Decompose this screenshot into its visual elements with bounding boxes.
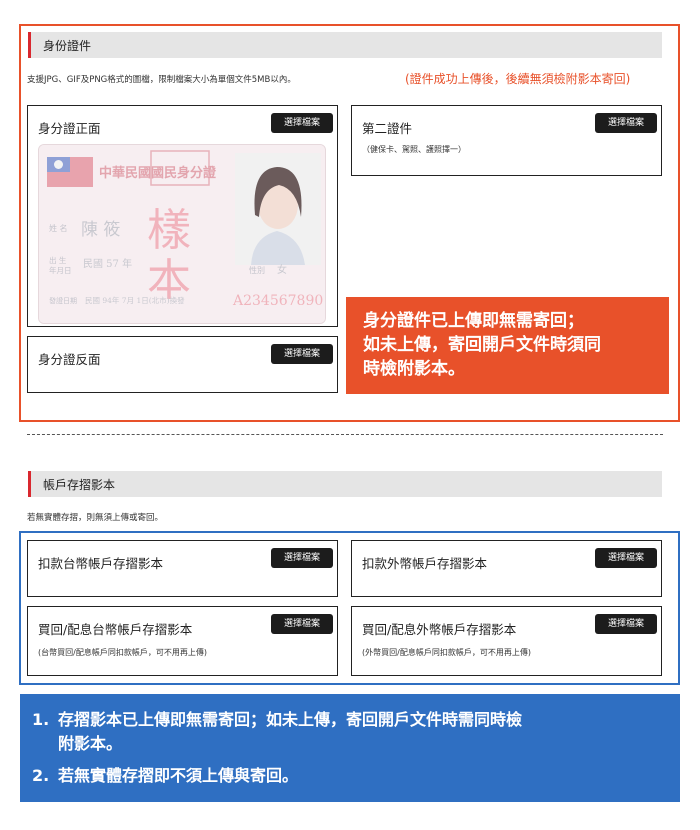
second-id-card: 第二證件 （健保卡、駕照、護照擇一） 選擇檔案 bbox=[351, 105, 662, 176]
redeem-fx-title: 買回/配息外幣帳戶存摺影本 bbox=[362, 622, 517, 637]
id-back-choose-file-button[interactable]: 選擇檔案 bbox=[271, 344, 333, 364]
notice-item-2-number: 2. bbox=[32, 766, 50, 785]
redeem-twd-subtitle: (台幣買回/配息帳戶同扣款帳戶，可不用再上傳) bbox=[38, 648, 207, 657]
issue-label-text: 發證日期 bbox=[49, 296, 77, 305]
redeem-twd-passbook-card: 買回/配息台幣帳戶存摺影本 (台幣買回/配息帳戶同扣款帳戶，可不用再上傳) 選擇… bbox=[27, 606, 338, 676]
passbook-upload-notice: 1. 存摺影本已上傳即無需寄回；如未上傳，寄回開戶文件時需同時檢 附影本。 2.… bbox=[20, 694, 680, 802]
id-section-title: 身份證件 bbox=[43, 39, 92, 53]
name-label-text: 姓 名 bbox=[49, 223, 68, 233]
account-note: 若無實體存摺，則無須上傳或寄回。 bbox=[27, 513, 164, 523]
id-upload-note: (證件成功上傳後，後續無須檢附影本寄回) bbox=[405, 72, 631, 86]
second-id-subtitle: （健保卡、駕照、護照擇一） bbox=[362, 145, 466, 154]
id-notice-line-1: 身分證件已上傳即無需寄回； bbox=[363, 311, 584, 331]
id-section-header: 身份證件 bbox=[28, 32, 662, 58]
id-upload-notice: 身分證件已上傳即無需寄回； 如未上傳，寄回開戶文件時須同 時檢附影本。 bbox=[346, 297, 669, 394]
redeem-fx-subtitle: (外幣買回/配息帳戶同扣款帳戶，可不用再上傳) bbox=[362, 648, 531, 657]
redeem-fx-passbook-card: 買回/配息外幣帳戶存摺影本 (外幣買回/配息帳戶同扣款帳戶，可不用再上傳) 選擇… bbox=[351, 606, 662, 676]
second-id-choose-file-button[interactable]: 選擇檔案 bbox=[595, 113, 657, 133]
debit-twd-title: 扣款台幣帳戶存摺影本 bbox=[38, 556, 164, 571]
notice-item-1-number: 1. bbox=[32, 710, 50, 729]
id-front-choose-file-button[interactable]: 選擇檔案 bbox=[271, 113, 333, 133]
birth-label-text: 出 生 bbox=[49, 255, 67, 265]
issue-value-text: 民國 94年 7月 1日(北市)換發 bbox=[85, 295, 185, 305]
id-card-header-text: 中華民國國民身分證 bbox=[99, 165, 217, 181]
id-back-title: 身分證反面 bbox=[38, 352, 101, 367]
id-card-sample-image: 樣 本 中華民國國民身分證 姓 名 陳 筱 出 生 年月日 民國 57 年 性別… bbox=[38, 144, 326, 324]
header-accent-bar bbox=[28, 471, 31, 497]
debit-fx-choose-file-button[interactable]: 選擇檔案 bbox=[595, 548, 657, 568]
redeem-twd-choose-file-button[interactable]: 選擇檔案 bbox=[271, 614, 333, 634]
debit-fx-passbook-card: 扣款外幣帳戶存摺影本 選擇檔案 bbox=[351, 540, 662, 597]
id-back-card: 身分證反面 選擇檔案 bbox=[27, 336, 338, 393]
account-section-header: 帳戶存摺影本 bbox=[28, 471, 662, 497]
name-value-text: 陳 筱 bbox=[81, 220, 120, 240]
redeem-fx-choose-file-button[interactable]: 選擇檔案 bbox=[595, 614, 657, 634]
id-format-note: 支援JPG、GIF及PNG格式的圖檔，限制檔案大小為單個文件5MB以內。 bbox=[27, 75, 296, 85]
id-card-illustration: 樣 本 中華民國國民身分證 姓 名 陳 筱 出 生 年月日 民國 57 年 性別… bbox=[39, 145, 325, 323]
debit-twd-choose-file-button[interactable]: 選擇檔案 bbox=[271, 548, 333, 568]
birth-label-text-2: 年月日 bbox=[49, 265, 72, 275]
debit-fx-title: 扣款外幣帳戶存摺影本 bbox=[362, 556, 488, 571]
id-notice-line-2: 如未上傳，寄回開戶文件時須同 bbox=[363, 335, 601, 355]
watermark-text-1: 樣 bbox=[147, 205, 191, 256]
gender-label-text: 性別 bbox=[249, 265, 265, 275]
birth-value-text: 民國 57 年 bbox=[83, 257, 132, 270]
notice-item-1-line-1: 存摺影本已上傳即無需寄回；如未上傳，寄回開戶文件時需同時檢 bbox=[58, 710, 523, 729]
header-accent-bar bbox=[28, 32, 31, 58]
debit-twd-passbook-card: 扣款台幣帳戶存摺影本 選擇檔案 bbox=[27, 540, 338, 597]
id-front-card: 身分證正面 選擇檔案 樣 本 中華民國國民身分證 姓 名 陳 筱 出 生 年月日… bbox=[27, 105, 338, 327]
notice-item-1-line-2: 附影本。 bbox=[58, 734, 123, 753]
notice-item-2: 若無實體存摺即不須上傳與寄回。 bbox=[58, 766, 299, 785]
id-front-title: 身分證正面 bbox=[38, 121, 101, 136]
id-number-text: A234567890 bbox=[232, 293, 323, 309]
section-divider bbox=[27, 434, 663, 435]
redeem-twd-title: 買回/配息台幣帳戶存摺影本 bbox=[38, 622, 193, 637]
gender-value-text: 女 bbox=[277, 263, 287, 276]
second-id-title: 第二證件 bbox=[362, 121, 413, 136]
id-notice-line-3: 時檢附影本。 bbox=[363, 359, 465, 379]
account-section-title: 帳戶存摺影本 bbox=[43, 478, 116, 492]
